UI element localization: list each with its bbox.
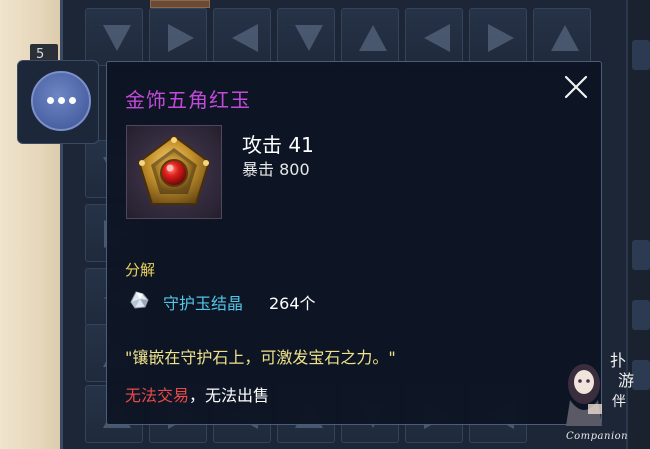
arrow-up-icon xyxy=(359,25,387,51)
arrow-right-icon xyxy=(168,24,194,52)
close-button[interactable] xyxy=(563,74,589,100)
no-trade-label: 无法交易 xyxy=(125,386,190,405)
inventory-slot[interactable] xyxy=(341,8,399,66)
critical-stat: 暴击 800 xyxy=(242,160,310,179)
inventory-slot[interactable] xyxy=(277,8,335,66)
gold-pentagon-ruby-gem-icon xyxy=(137,134,211,205)
arrow-down-icon xyxy=(295,25,323,51)
arrow-up-icon xyxy=(551,25,579,51)
item-slot-edge xyxy=(150,0,210,8)
item-name: 金饰五角红玉 xyxy=(125,88,251,112)
more-options-button[interactable] xyxy=(31,71,91,131)
svg-text:扑: 扑 xyxy=(610,351,626,370)
side-slot[interactable] xyxy=(632,300,650,330)
item-icon-frame xyxy=(126,125,222,219)
item-description: "镶嵌在守护石上，可激发宝石之力。" xyxy=(125,348,396,367)
material-count: 264个 xyxy=(269,294,316,313)
svg-text:伴: 伴 xyxy=(612,394,626,410)
side-slot[interactable] xyxy=(632,240,650,270)
attack-stat: 攻击 41 xyxy=(242,133,314,157)
inventory-slot[interactable] xyxy=(213,8,271,66)
material-name: 守护玉结晶 xyxy=(163,294,244,313)
inventory-slot[interactable] xyxy=(149,8,207,66)
restriction-separator: ， xyxy=(189,386,206,405)
item-tooltip: 金饰五角红玉 攻击 41 暴击 800 分解 守护玉结晶 264个 "镶嵌在守护… xyxy=(106,61,602,425)
arrow-down-icon xyxy=(103,25,131,51)
trade-restrictions: 无法交易，无法出售 xyxy=(125,382,269,406)
arrow-left-icon xyxy=(232,24,258,52)
crystal-icon xyxy=(127,288,153,310)
svg-text:游: 游 xyxy=(618,371,634,390)
watermark-text: Companion xyxy=(566,431,629,442)
side-slot[interactable] xyxy=(632,40,650,70)
close-icon xyxy=(564,75,588,99)
arrow-left-icon xyxy=(424,24,450,52)
inventory-slot[interactable] xyxy=(85,8,143,66)
inventory-slot[interactable] xyxy=(533,8,591,66)
inventory-slot[interactable] xyxy=(469,8,527,66)
disassemble-label: 分解 xyxy=(125,261,156,279)
inventory-slot[interactable] xyxy=(405,8,463,66)
ellipsis-icon xyxy=(47,97,77,105)
no-sell-label: 无法出售 xyxy=(205,386,270,405)
arrow-right-icon xyxy=(488,24,514,52)
